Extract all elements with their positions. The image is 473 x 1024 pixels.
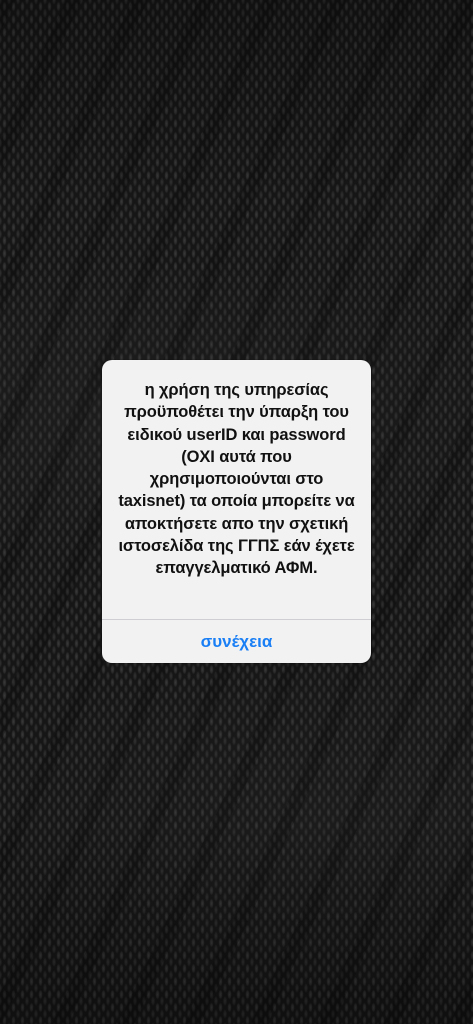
continue-button[interactable]: συνέχεια	[102, 620, 371, 663]
alert-dialog: η χρήση της υπηρεσίας προϋποθέτει την ύπ…	[102, 360, 371, 663]
alert-message: η χρήση της υπηρεσίας προϋποθέτει την ύπ…	[118, 381, 355, 578]
